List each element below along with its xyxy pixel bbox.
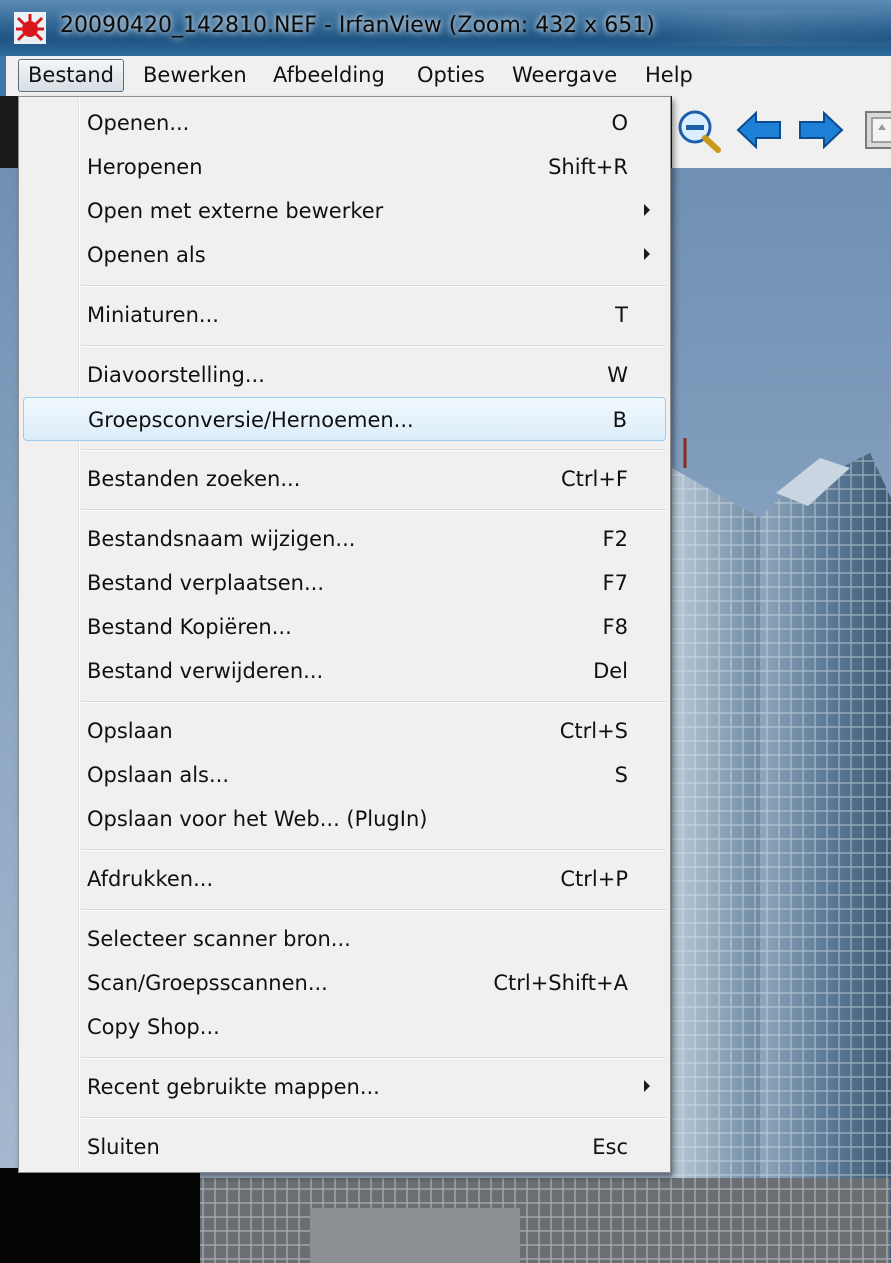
menu-item-label: Bestand verwijderen...: [87, 659, 324, 683]
title-bar[interactable]: 20090420_142810.NEF - IrfanView (Zoom: 4…: [0, 0, 891, 56]
menu-item-label: Open met externe bewerker: [87, 199, 384, 223]
menu-help[interactable]: Help: [636, 59, 702, 92]
menu-item-label: Heropenen: [87, 155, 203, 179]
menu-item-shortcut: F7: [602, 571, 628, 595]
menu-item-shortcut: Ctrl+Shift+A: [493, 971, 628, 995]
menu-separator: [81, 509, 666, 511]
menu-item-label: Selecteer scanner bron...: [87, 927, 351, 951]
menu-item-bestand-verplaatsen[interactable]: Bestand verplaatsen... F7: [23, 561, 666, 605]
zoom-out-icon[interactable]: [676, 108, 724, 154]
menu-item-opslaan[interactable]: Opslaan Ctrl+S: [23, 709, 666, 753]
menu-separator: [81, 449, 666, 451]
menu-weergave[interactable]: Weergave: [503, 59, 626, 92]
submenu-arrow-icon: [644, 1080, 650, 1092]
menu-item-groepsconversie[interactable]: Groepsconversie/Hernoemen... B: [23, 397, 666, 441]
thumbnails-icon[interactable]: [862, 108, 891, 152]
window-title: 20090420_142810.NEF - IrfanView (Zoom: 4…: [60, 13, 655, 38]
menu-item-label: Opslaan voor het Web... (PlugIn): [87, 807, 428, 831]
menu-item-afdrukken[interactable]: Afdrukken... Ctrl+P: [23, 857, 666, 901]
file-menu-dropdown: Openen... O Heropenen Shift+R Open met e…: [18, 96, 671, 1173]
menu-item-shortcut: Ctrl+F: [560, 467, 628, 491]
menu-item-label: Openen als: [87, 243, 206, 267]
menu-item-copy-shop[interactable]: Copy Shop...: [23, 1005, 666, 1049]
menu-separator: [81, 1057, 666, 1059]
menu-opties[interactable]: Opties: [408, 59, 494, 92]
menu-item-label: Copy Shop...: [87, 1015, 220, 1039]
menu-item-label: Opslaan als...: [87, 763, 230, 787]
menu-item-label: Sluiten: [87, 1135, 160, 1159]
menu-separator: [81, 909, 666, 911]
menu-item-miniaturen[interactable]: Miniaturen... T: [23, 293, 666, 337]
menu-separator: [81, 285, 666, 287]
menu-item-diavoorstelling[interactable]: Diavoorstelling... W: [23, 353, 666, 397]
menu-item-shortcut: B: [612, 408, 627, 432]
menu-item-label: Bestand verplaatsen...: [87, 571, 324, 595]
menu-separator: [81, 849, 666, 851]
menu-item-bestandsnaam-wijzigen[interactable]: Bestandsnaam wijzigen... F2: [23, 517, 666, 561]
menu-item-opslaan-als[interactable]: Opslaan als... S: [23, 753, 666, 797]
menu-item-shortcut: S: [614, 763, 628, 787]
menu-item-label: Scan/Groepsscannen...: [87, 971, 328, 995]
menu-item-shortcut: F8: [602, 615, 628, 639]
previous-arrow-icon[interactable]: [736, 110, 782, 150]
menu-item-sluiten[interactable]: Sluiten Esc: [23, 1125, 666, 1169]
menu-item-label: Bestanden zoeken...: [87, 467, 301, 491]
menu-item-shortcut: Ctrl+S: [559, 719, 628, 743]
menu-item-label: Recent gebruikte mappen...: [87, 1075, 380, 1099]
submenu-arrow-icon: [644, 248, 650, 260]
menu-item-openen[interactable]: Openen... O: [23, 101, 666, 145]
menu-item-shortcut: F2: [602, 527, 628, 551]
menu-item-selecteer-scanner-bron[interactable]: Selecteer scanner bron...: [23, 917, 666, 961]
menu-item-label: Bestand Kopiëren...: [87, 615, 292, 639]
menu-bestand[interactable]: Bestand: [18, 59, 125, 92]
irfanview-app-icon[interactable]: [14, 12, 46, 44]
menu-item-recent-gebruikte-mappen[interactable]: Recent gebruikte mappen...: [23, 1065, 666, 1109]
menu-item-label: Groepsconversie/Hernoemen...: [88, 408, 414, 432]
menu-item-heropenen[interactable]: Heropenen Shift+R: [23, 145, 666, 189]
menu-separator: [81, 701, 666, 703]
menu-item-bestand-verwijderen[interactable]: Bestand verwijderen... Del: [23, 649, 666, 693]
menu-item-shortcut: Ctrl+P: [560, 867, 628, 891]
menu-item-bestand-kopieren[interactable]: Bestand Kopiëren... F8: [23, 605, 666, 649]
menu-item-shortcut: Del: [593, 659, 628, 683]
menu-separator: [81, 345, 666, 347]
menu-item-shortcut: Esc: [592, 1135, 628, 1159]
menu-bar: Bestand Bewerken Afbeelding Opties Weerg…: [0, 56, 891, 96]
title-bar-glass: [650, 10, 891, 46]
menu-item-shortcut: W: [607, 363, 628, 387]
menu-item-label: Diavoorstelling...: [87, 363, 265, 387]
menu-item-label: Opslaan: [87, 719, 173, 743]
menu-item-label: Bestandsnaam wijzigen...: [87, 527, 356, 551]
menu-item-scan-groepsscannen[interactable]: Scan/Groepsscannen... Ctrl+Shift+A: [23, 961, 666, 1005]
menu-item-bestanden-zoeken[interactable]: Bestanden zoeken... Ctrl+F: [23, 457, 666, 501]
toolbar: [672, 96, 891, 169]
menu-item-label: Miniaturen...: [87, 303, 219, 327]
menu-bewerken[interactable]: Bewerken: [134, 59, 256, 92]
menu-item-shortcut: T: [615, 303, 628, 327]
menu-item-openen-als[interactable]: Openen als: [23, 233, 666, 277]
menu-item-label: Afdrukken...: [87, 867, 214, 891]
submenu-arrow-icon: [644, 204, 650, 216]
menu-item-shortcut: Shift+R: [548, 155, 628, 179]
menu-item-open-met-externe-bewerker[interactable]: Open met externe bewerker: [23, 189, 666, 233]
menu-item-opslaan-voor-web[interactable]: Opslaan voor het Web... (PlugIn): [23, 797, 666, 841]
menu-afbeelding[interactable]: Afbeelding: [264, 59, 394, 92]
next-arrow-icon[interactable]: [798, 110, 844, 150]
menu-item-label: Openen...: [87, 111, 190, 135]
menu-separator: [81, 1117, 666, 1119]
menu-item-shortcut: O: [611, 111, 628, 135]
